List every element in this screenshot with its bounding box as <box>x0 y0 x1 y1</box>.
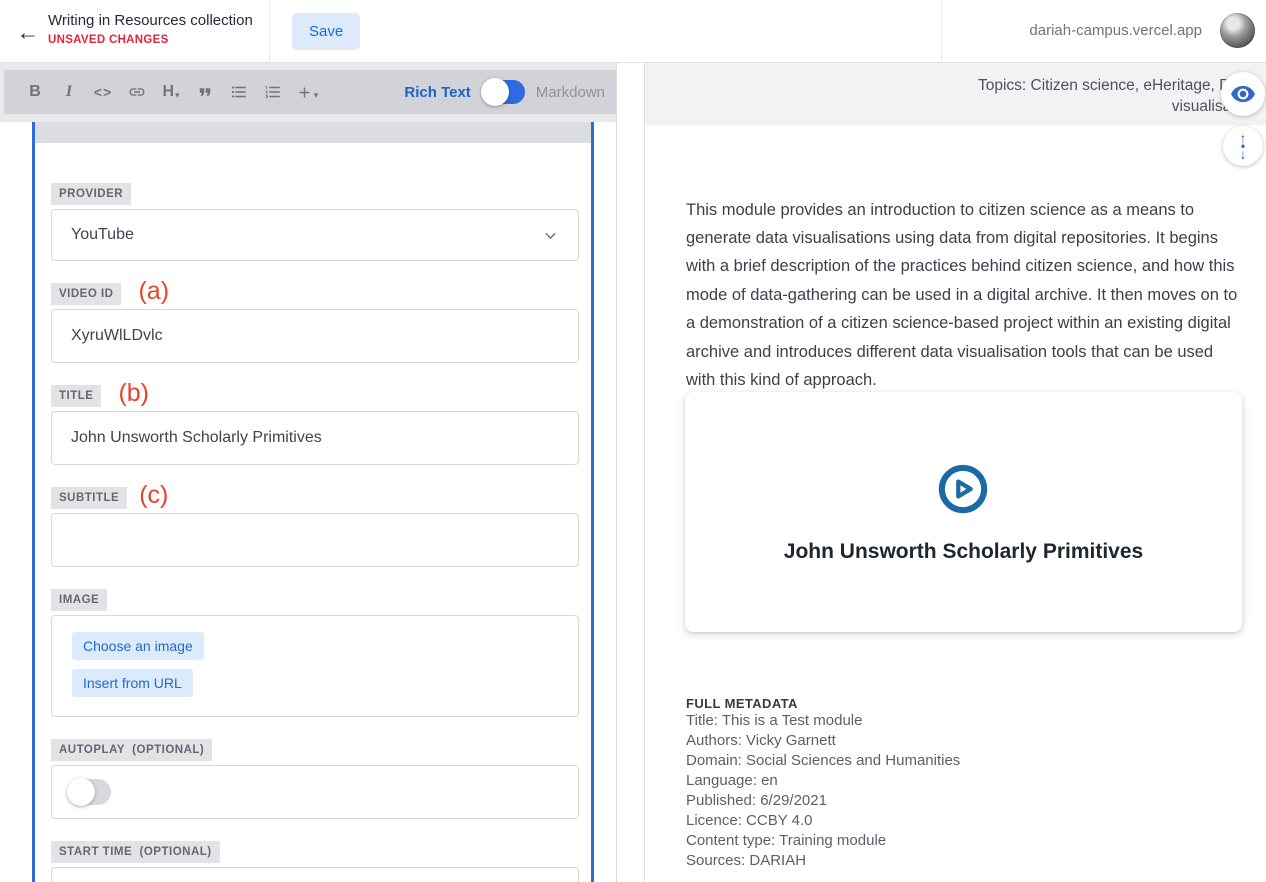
eye-icon <box>1230 81 1256 107</box>
topics-line-1: Topics: Citizen science, eHeritage, Da <box>645 75 1239 96</box>
metadata-line: Published: 6/29/2021 <box>686 791 1243 811</box>
quote-icon <box>196 83 214 101</box>
start-time-field: START TIME (OPTIONAL) <box>51 841 575 882</box>
page-title: Writing in Resources collection <box>48 12 253 29</box>
title-field: TITLE (b) <box>51 385 575 465</box>
code-button[interactable]: <> <box>86 76 120 108</box>
autoplay-field: AUTOPLAY (OPTIONAL) <box>51 739 575 819</box>
topics-line-2: visualisati <box>645 96 1239 117</box>
toggle-knob <box>67 778 95 806</box>
chevron-down-icon <box>542 227 559 244</box>
annotation-b: (b) <box>118 382 149 404</box>
provider-label: PROVIDER <box>51 183 131 205</box>
italic-icon: I <box>66 83 72 101</box>
richtext-toolbar: B I <> H▾ ▾ <box>4 70 617 114</box>
arrow-down-icon: ↓ <box>1240 150 1247 159</box>
annotation-c: (c) <box>139 484 168 506</box>
plus-icon <box>296 84 313 101</box>
editor-pane: B I <> H▾ ▾ <box>0 63 617 882</box>
autoplay-box <box>51 765 579 819</box>
metadata-line: Language: en <box>686 771 1243 791</box>
topics-strip: Topics: Citizen science, eHeritage, Da v… <box>645 63 1266 125</box>
subtitle-field: SUBTITLE (c) <box>51 487 575 567</box>
top-bar: ← Writing in Resources collection UNSAVE… <box>0 0 1266 63</box>
unsaved-changes-badge: UNSAVED CHANGES <box>48 34 253 46</box>
metadata-line: Title: This is a Test module <box>686 711 1243 731</box>
markdown-mode-label[interactable]: Markdown <box>536 84 605 101</box>
site-hostname: dariah-campus.vercel.app <box>1029 22 1202 39</box>
toolbar-zone: B I <> H▾ ▾ <box>0 63 617 122</box>
metadata-line: Sources: DARIAH <box>686 851 1243 871</box>
italic-button[interactable]: I <box>52 76 86 108</box>
video-card-title: John Unsworth Scholarly Primitives <box>685 540 1242 564</box>
provider-field: PROVIDER YouTube <box>51 183 575 261</box>
video-id-label: VIDEO ID <box>51 283 121 305</box>
metadata-line: Licence: CCBY 4.0 <box>686 811 1243 831</box>
video-form: PROVIDER YouTube VIDEO ID (a) <box>35 143 591 882</box>
bullet-list-icon <box>230 83 248 101</box>
object-editor-header <box>35 122 591 143</box>
editor-mode-toggle[interactable] <box>482 80 525 104</box>
title-label: TITLE <box>51 385 101 407</box>
heading-icon: H <box>162 83 174 101</box>
expand-height-button[interactable]: ↑ • ↓ <box>1223 126 1263 166</box>
autoplay-toggle[interactable] <box>68 779 111 805</box>
heading-button[interactable]: H▾ <box>154 76 188 108</box>
full-metadata-section: FULL METADATA Title: This is a Test modu… <box>686 696 1243 871</box>
save-button[interactable]: Save <box>292 13 360 50</box>
preview-visibility-button[interactable] <box>1221 72 1265 116</box>
insert-block-button[interactable]: ▾ <box>290 76 324 108</box>
metadata-line: Domain: Social Sciences and Humanities <box>686 751 1243 771</box>
metadata-line: Authors: Vicky Garnett <box>686 731 1243 751</box>
preview-pane: Topics: Citizen science, eHeritage, Da v… <box>644 63 1266 882</box>
play-icon <box>936 462 990 516</box>
app-window: ← Writing in Resources collection UNSAVE… <box>0 0 1266 882</box>
link-icon <box>128 83 146 101</box>
metadata-heading: FULL METADATA <box>686 696 1243 711</box>
image-field: IMAGE Choose an image Insert from URL <box>51 589 575 717</box>
start-time-input[interactable] <box>51 867 579 882</box>
toggle-knob <box>481 78 509 106</box>
start-time-label: START TIME (OPTIONAL) <box>51 841 220 863</box>
blockquote-button[interactable] <box>188 76 222 108</box>
editor-mode-switch-group: Rich Text Markdown <box>404 80 605 104</box>
module-description: This module provides an introduction to … <box>686 196 1243 395</box>
video-object-editor: PROVIDER YouTube VIDEO ID (a) <box>32 122 594 882</box>
video-preview-card[interactable]: John Unsworth Scholarly Primitives <box>685 392 1242 632</box>
provider-select[interactable]: YouTube <box>51 209 579 261</box>
choose-image-button[interactable]: Choose an image <box>72 632 204 660</box>
topbar-divider <box>941 0 942 63</box>
play-button[interactable] <box>936 462 990 516</box>
provider-value: YouTube <box>71 226 542 244</box>
document-title-block: Writing in Resources collection UNSAVED … <box>48 12 253 46</box>
back-icon[interactable]: ← <box>10 14 46 50</box>
chevron-down-icon: ▾ <box>314 90 319 101</box>
autoplay-label: AUTOPLAY (OPTIONAL) <box>51 739 212 761</box>
insert-from-url-button[interactable]: Insert from URL <box>72 669 193 697</box>
metadata-line: Content type: Training module <box>686 831 1243 851</box>
numbered-list-button[interactable] <box>256 76 290 108</box>
title-input[interactable] <box>51 411 579 465</box>
video-id-input[interactable] <box>51 309 579 363</box>
numbered-list-icon <box>264 83 282 101</box>
image-label: IMAGE <box>51 589 107 611</box>
annotation-a: (a) <box>138 280 169 302</box>
bold-button[interactable]: B <box>18 76 52 108</box>
code-icon: <> <box>94 84 112 100</box>
image-upload-box: Choose an image Insert from URL <box>51 615 579 717</box>
subtitle-input[interactable] <box>51 513 579 567</box>
subtitle-label: SUBTITLE <box>51 487 127 509</box>
link-button[interactable] <box>120 76 154 108</box>
rich-text-mode-label[interactable]: Rich Text <box>404 84 470 101</box>
bullet-list-button[interactable] <box>222 76 256 108</box>
avatar[interactable] <box>1220 13 1255 48</box>
bold-icon: B <box>29 83 41 101</box>
video-id-field: VIDEO ID (a) <box>51 283 575 363</box>
topbar-divider <box>269 0 270 63</box>
chevron-down-icon: ▾ <box>175 90 180 101</box>
